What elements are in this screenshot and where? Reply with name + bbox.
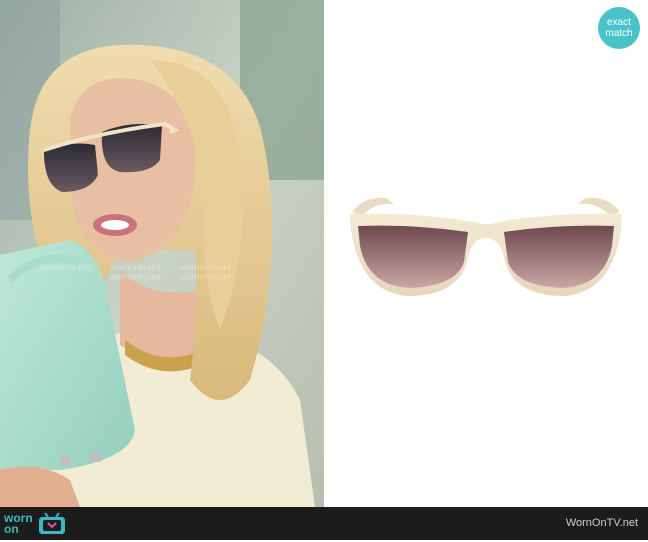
watermark-text: wornontv.net [40, 262, 91, 272]
watermark-text: wornontv.net [180, 272, 231, 282]
watermark-text: wornontv.net [110, 272, 161, 282]
logo-on-text: on [4, 522, 19, 536]
badge-line-1: exact [607, 17, 631, 28]
site-name: WornOnTV.net [565, 517, 638, 529]
watermark-text: wornontv.net [180, 262, 231, 272]
tv-icon [37, 512, 67, 535]
footer-bar: worn on WornOnTV.net [0, 507, 648, 540]
sunglasses-illustration [350, 197, 622, 296]
watermark-text: wornontv.net [110, 262, 161, 272]
site-logo[interactable]: worn on [4, 510, 67, 538]
left-photo: wornontv.net wornontv.net wornontv.net w… [0, 0, 324, 507]
badge-line-2: match [605, 28, 633, 39]
woman-photo-illustration [0, 0, 324, 507]
exact-match-badge: exact match [598, 7, 640, 49]
product-photo [324, 0, 648, 507]
